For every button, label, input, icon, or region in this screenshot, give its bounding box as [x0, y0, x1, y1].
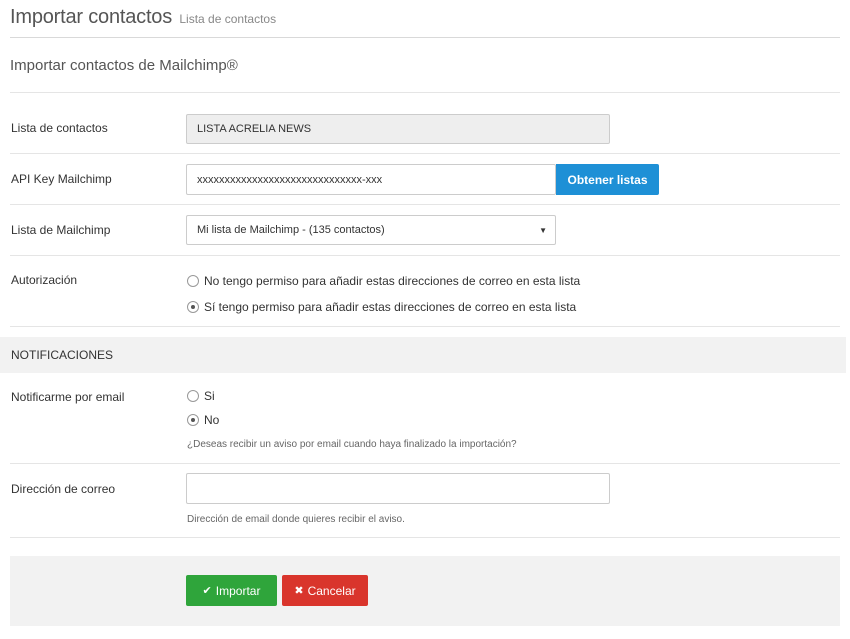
cancel-button-label: Cancelar	[307, 583, 356, 598]
page-subtitle: Lista de contactos	[179, 12, 277, 26]
divider	[10, 463, 840, 464]
form-actions-footer	[10, 556, 840, 626]
api-key-value: xxxxxxxxxxxxxxxxxxxxxxxxxxxxxx-xxx	[197, 173, 383, 186]
notify-email-option-no-label: No	[204, 413, 220, 427]
authorization-option-no-label: No tengo permiso para añadir estas direc…	[204, 274, 581, 288]
radio-icon[interactable]	[187, 390, 199, 402]
authorization-option-no[interactable]: No tengo permiso para añadir estas direc…	[187, 274, 580, 288]
notifications-section-header: NOTIFICACIONES	[0, 337, 846, 373]
divider	[10, 92, 840, 93]
divider	[10, 153, 840, 154]
mailchimp-list-label: Lista de Mailchimp	[11, 223, 111, 237]
authorization-label: Autorización	[11, 273, 78, 287]
radio-checked-icon[interactable]	[187, 301, 199, 313]
email-address-input[interactable]	[186, 473, 610, 504]
notify-email-option-yes-label: Si	[204, 389, 215, 403]
notify-email-option-yes[interactable]: Si	[187, 389, 215, 403]
page-title: Importar contactos	[10, 6, 173, 28]
notify-email-label: Notificarme por email	[11, 390, 125, 404]
contact-list-field: LISTA ACRELIA NEWS	[186, 114, 610, 144]
notify-email-help: ¿Deseas recibir un aviso por email cuand…	[187, 439, 517, 450]
api-key-label: API Key Mailchimp	[11, 172, 112, 186]
authorization-option-yes[interactable]: Sí tengo permiso para añadir estas direc…	[187, 300, 576, 314]
import-button-label: Importar	[215, 583, 261, 598]
notifications-heading: NOTIFICACIONES	[11, 348, 114, 362]
page-header: Importar contactos Lista de contactos	[10, 6, 840, 38]
cancel-button[interactable]: ✖ Cancelar	[282, 575, 368, 606]
authorization-option-yes-label: Sí tengo permiso para añadir estas direc…	[204, 300, 577, 314]
contact-list-value: LISTA ACRELIA NEWS	[197, 123, 312, 135]
divider	[10, 204, 840, 205]
notify-email-option-no[interactable]: No	[187, 413, 219, 427]
divider	[10, 537, 840, 538]
check-icon: ✔	[202, 585, 212, 597]
contact-list-label: Lista de contactos	[11, 121, 108, 135]
section-title: Importar contactos de Mailchimp®	[10, 57, 238, 74]
radio-icon[interactable]	[187, 275, 199, 287]
divider	[10, 326, 840, 327]
import-button[interactable]: ✔ Importar	[186, 575, 277, 606]
api-key-input[interactable]: xxxxxxxxxxxxxxxxxxxxxxxxxxxxxx-xxx	[186, 164, 556, 195]
email-address-label: Dirección de correo	[11, 482, 116, 496]
mailchimp-list-selected: Mi lista de Mailchimp - (135 contactos)	[197, 224, 385, 236]
mailchimp-list-select[interactable]: Mi lista de Mailchimp - (135 contactos) …	[186, 215, 556, 245]
caret-down-icon: ▼	[539, 225, 547, 235]
get-lists-button[interactable]: Obtener listas	[556, 164, 659, 195]
radio-checked-icon[interactable]	[187, 414, 199, 426]
email-address-help: Dirección de email donde quieres recibir…	[187, 514, 405, 525]
times-icon: ✖	[294, 585, 304, 597]
divider	[10, 255, 840, 256]
